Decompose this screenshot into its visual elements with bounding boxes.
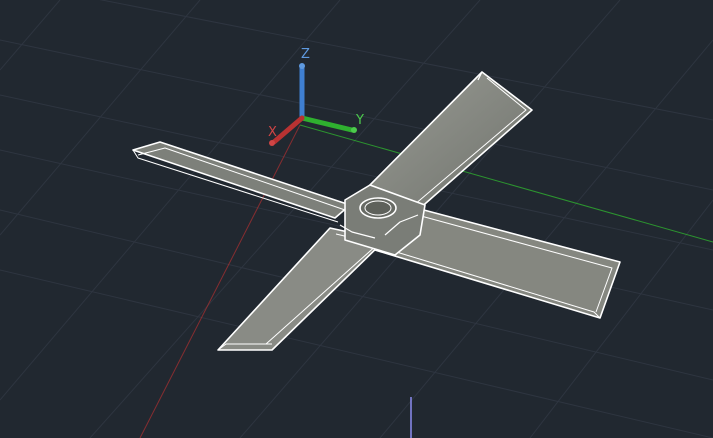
ucs-x-label: X	[268, 125, 277, 140]
ucs-icon[interactable]: Z Y X	[268, 47, 364, 146]
blade-front-left[interactable]	[217, 227, 386, 351]
cad-3d-viewport[interactable]: Z Y X	[0, 0, 713, 438]
drawing-canvas[interactable]: Z Y X	[0, 0, 713, 438]
blade-back-right[interactable]	[364, 71, 533, 211]
ucs-y-label: Y	[355, 113, 364, 128]
ucs-z-label: Z	[301, 47, 310, 62]
